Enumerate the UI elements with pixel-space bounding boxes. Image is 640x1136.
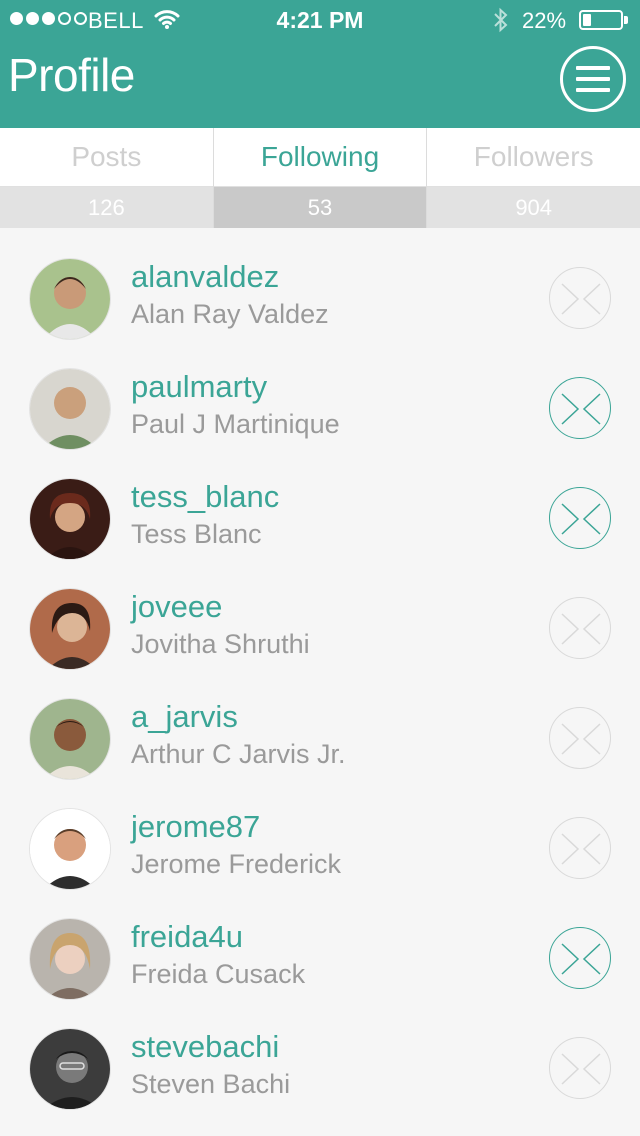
tab-posts[interactable]: Posts 126 — [0, 128, 214, 228]
profile-tabs: Posts 126 Following 53 Followers 904 — [0, 128, 640, 228]
unfollow-button[interactable] — [549, 597, 611, 659]
bluetooth-icon — [492, 7, 510, 39]
unfollow-button[interactable] — [549, 267, 611, 329]
tab-label: Posts — [0, 128, 213, 187]
username[interactable]: jerome87 — [131, 809, 260, 845]
username[interactable]: paulmarty — [131, 369, 267, 405]
unfollow-arrows-icon — [561, 723, 601, 755]
avatar[interactable] — [30, 699, 110, 779]
list-item[interactable]: alanvaldez Alan Ray Valdez — [0, 243, 640, 353]
username[interactable]: alanvaldez — [131, 259, 279, 295]
list-item[interactable]: paulmarty Paul J Martinique — [0, 353, 640, 463]
full-name: Jerome Frederick — [131, 849, 342, 879]
list-item[interactable]: freida4u Freida Cusack — [0, 903, 640, 1013]
avatar[interactable] — [30, 369, 110, 449]
full-name: Jovitha Shruthi — [131, 629, 310, 659]
unfollow-arrows-icon — [561, 283, 601, 315]
username[interactable]: joveee — [131, 589, 222, 625]
unfollow-arrows-icon — [561, 613, 601, 645]
status-bar: BELL 4:21 PM 22% — [0, 0, 640, 40]
tab-count: 53 — [213, 187, 427, 228]
username[interactable]: a_jarvis — [131, 699, 238, 735]
menu-button[interactable] — [560, 46, 626, 112]
unfollow-button[interactable] — [549, 707, 611, 769]
battery-percent: 22% — [522, 8, 567, 33]
following-list: alanvaldez Alan Ray Valdez paulmarty Pau… — [0, 243, 640, 1123]
full-name: Alan Ray Valdez — [131, 299, 329, 329]
battery-icon — [579, 10, 623, 30]
unfollow-button[interactable] — [549, 487, 611, 549]
full-name: Steven Bachi — [131, 1069, 291, 1099]
list-item[interactable]: stevebachi Steven Bachi — [0, 1013, 640, 1123]
username[interactable]: stevebachi — [131, 1029, 279, 1065]
avatar[interactable] — [30, 919, 110, 999]
full-name: Arthur C Jarvis Jr. — [131, 739, 346, 769]
list-item[interactable]: tess_blanc Tess Blanc — [0, 463, 640, 573]
unfollow-arrows-icon — [561, 503, 601, 535]
list-item[interactable]: joveee Jovitha Shruthi — [0, 573, 640, 683]
unfollow-arrows-icon — [561, 833, 601, 865]
username[interactable]: tess_blanc — [131, 479, 279, 515]
unfollow-button[interactable] — [549, 927, 611, 989]
battery-cap — [624, 16, 628, 24]
unfollow-arrows-icon — [561, 1053, 601, 1085]
avatar[interactable] — [30, 1029, 110, 1109]
avatar[interactable] — [30, 809, 110, 889]
tab-label: Followers — [427, 128, 640, 187]
tab-count: 904 — [427, 187, 640, 228]
avatar[interactable] — [30, 589, 110, 669]
avatar[interactable] — [30, 259, 110, 339]
full-name: Paul J Martinique — [131, 409, 340, 439]
tab-followers[interactable]: Followers 904 — [427, 128, 640, 228]
unfollow-button[interactable] — [549, 817, 611, 879]
unfollow-arrows-icon — [561, 393, 601, 425]
page-title: Profile — [8, 49, 135, 101]
tab-following[interactable]: Following 53 — [213, 128, 428, 228]
avatar[interactable] — [30, 479, 110, 559]
list-item[interactable]: a_jarvis Arthur C Jarvis Jr. — [0, 683, 640, 793]
full-name: Tess Blanc — [131, 519, 262, 549]
unfollow-arrows-icon — [561, 943, 601, 975]
unfollow-button[interactable] — [549, 1037, 611, 1099]
app-header: BELL 4:21 PM 22% Profile — [0, 0, 640, 128]
full-name: Freida Cusack — [131, 959, 306, 989]
tab-count: 126 — [0, 187, 213, 228]
username[interactable]: freida4u — [131, 919, 243, 955]
list-item[interactable]: jerome87 Jerome Frederick — [0, 793, 640, 903]
unfollow-button[interactable] — [549, 377, 611, 439]
tab-label: Following — [213, 128, 427, 187]
